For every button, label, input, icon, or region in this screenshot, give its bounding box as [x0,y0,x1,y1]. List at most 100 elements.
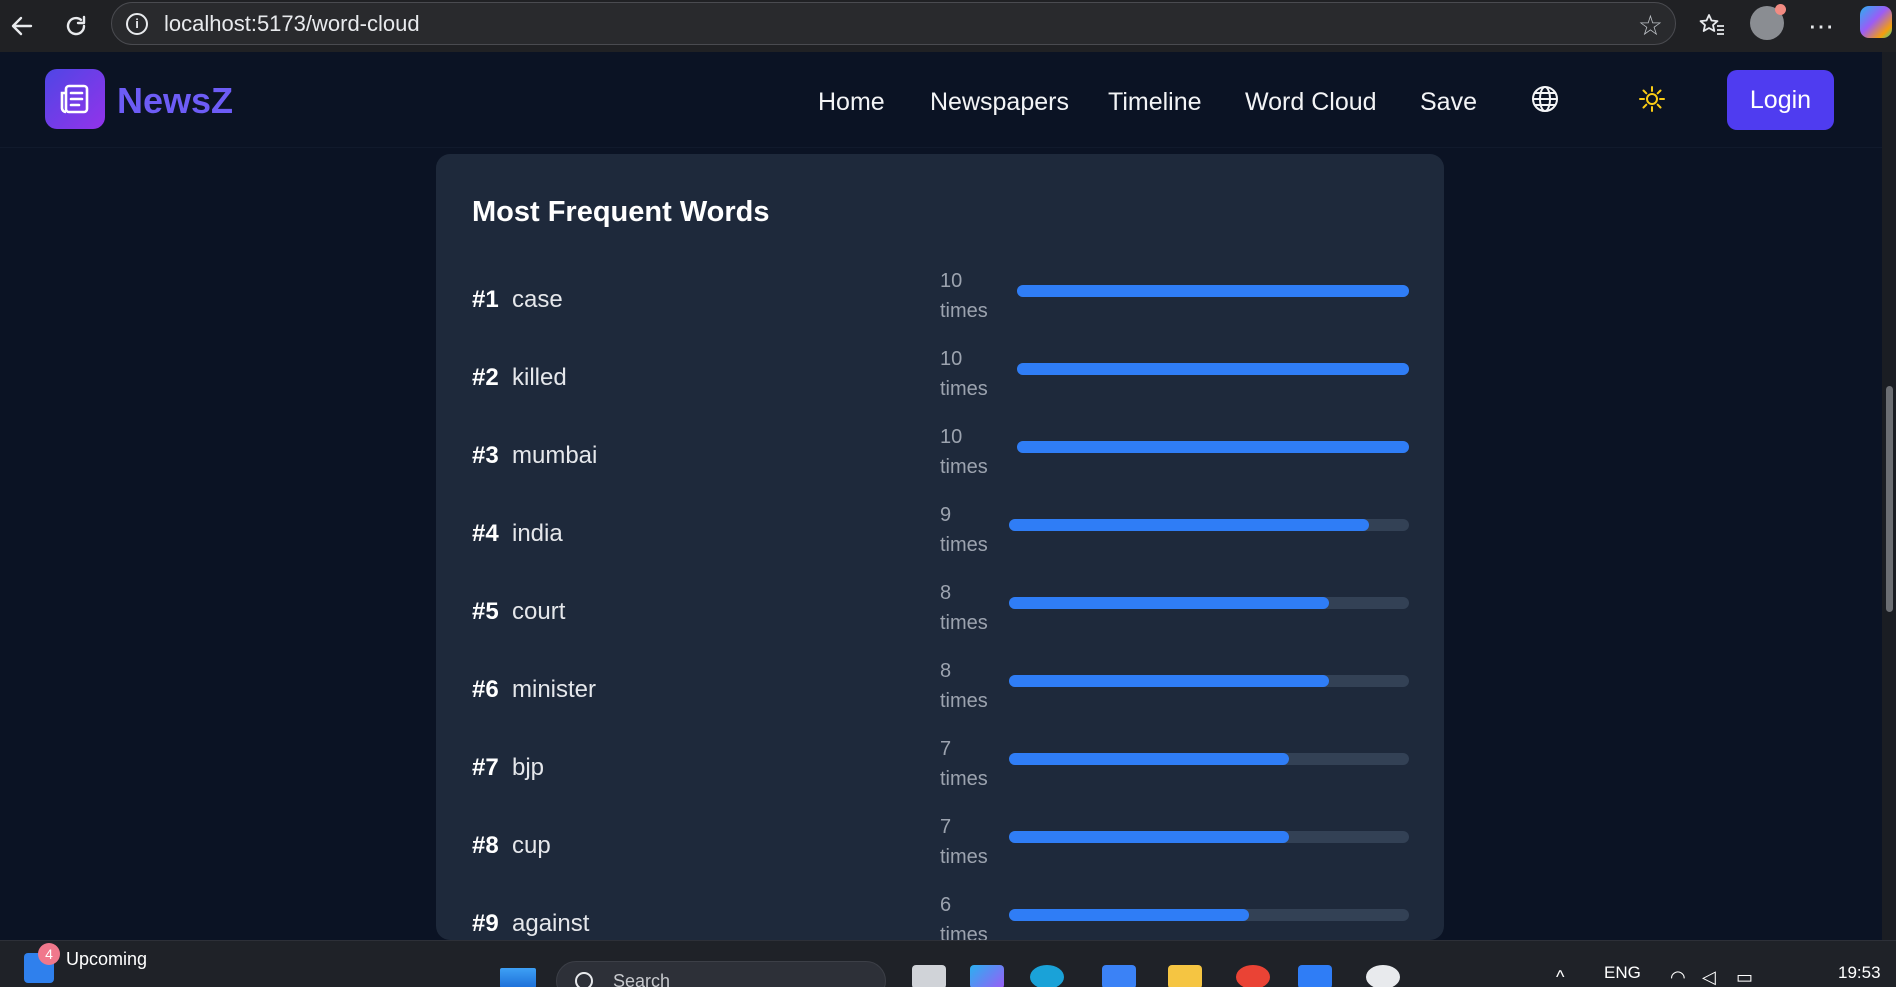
wifi-icon[interactable]: ◠ [1670,967,1686,987]
word-rank: #7 [472,754,499,781]
word-rank: #6 [472,676,499,703]
mongodb-icon[interactable] [1366,965,1400,987]
word-row: #6 minister 8 times [436,656,1444,734]
word-count-unit: times [940,690,988,712]
folder-icon[interactable] [1168,965,1202,987]
reload-icon[interactable] [56,6,96,46]
word-count-unit: times [940,612,988,634]
word-text: bjp [512,754,545,781]
frequency-bar-fill [1009,675,1329,687]
frequency-bar-fill [1017,285,1409,297]
word-row: #1 case 10 times [436,266,1444,344]
brand-logo-text[interactable]: NewsZ [117,80,233,122]
frequency-bar-fill [1017,441,1409,453]
search-placeholder: Search [613,971,671,987]
battery-icon[interactable]: ▭ [1736,967,1753,987]
address-bar[interactable]: i localhost:5173/word-cloud ☆ [111,2,1676,45]
chrome-icon[interactable] [1236,965,1270,987]
word-count-unit: times [940,378,988,400]
newspaper-icon[interactable] [45,69,105,129]
frequency-bar-fill [1009,519,1369,531]
frequency-bar-track [1009,831,1409,843]
nav-timeline[interactable]: Timeline [1108,88,1202,117]
frequency-bar-track [1009,909,1409,921]
word-text: cup [512,832,551,859]
frequent-words-card: Most Frequent Words #1 case 10 times #2 kille… [436,154,1444,940]
volume-icon[interactable]: ◁ [1702,967,1716,987]
frequency-bar-fill [1009,753,1289,765]
word-count-unit: times [940,846,988,868]
word-count-unit: times [940,456,988,478]
word-row: #9 against 6 times [436,890,1444,940]
word-text: court [512,598,566,625]
back-arrow-icon[interactable] [2,6,42,46]
frequency-bar-track [1017,363,1409,375]
word-rank: #2 [472,364,499,391]
word-row: #3 mumbai 10 times [436,422,1444,500]
favorites-icon[interactable] [1692,6,1732,46]
word-count-unit: times [940,768,988,790]
frequency-bar-track [1017,285,1409,297]
search-icon [575,972,593,987]
word-count: 9 [940,504,952,526]
word-count-unit: times [940,534,988,556]
edge-icon[interactable] [1030,965,1064,987]
nav-newspapers[interactable]: Newspapers [930,88,1069,117]
copilot-app-icon[interactable] [970,965,1004,987]
frequency-bar-fill [1017,363,1409,375]
word-row: #4 india 9 times [436,500,1444,578]
word-rank: #3 [472,442,499,469]
frequency-bar-track [1009,519,1409,531]
nav-save[interactable]: Save [1420,88,1477,117]
frequency-bar-track [1009,753,1409,765]
sun-icon[interactable] [1637,84,1667,114]
app-header: NewsZ Home Newspapers Timeline Word Clou… [0,52,1896,148]
word-rank: #1 [472,286,499,313]
nav-home[interactable]: Home [818,88,885,117]
language-indicator[interactable]: ENG [1604,963,1641,983]
more-icon[interactable]: ⋯ [1801,6,1841,46]
word-count: 7 [940,816,952,838]
vscode-icon[interactable] [1298,965,1332,987]
word-rank: #4 [472,520,499,547]
favorite-star-icon[interactable]: ☆ [1638,9,1663,42]
word-rank: #5 [472,598,499,625]
globe-icon[interactable] [1530,84,1560,114]
file-explorer-icon[interactable] [912,965,946,987]
profile-avatar[interactable] [1750,4,1786,40]
windows-taskbar: 4 Upcoming Search ^ ENG ◠ ◁ ▭ 19:53 [0,940,1896,987]
word-count: 10 [940,426,963,448]
clock[interactable]: 19:53 [1838,963,1881,983]
taskbar-search[interactable]: Search [556,961,886,987]
word-rank: #8 [472,832,499,859]
word-row: #2 killed 10 times [436,344,1444,422]
word-count: 10 [940,348,963,370]
copilot-icon[interactable] [1860,6,1892,38]
store-icon[interactable] [1102,965,1136,987]
word-row: #8 cup 7 times [436,812,1444,890]
start-icon[interactable] [500,968,536,987]
page-scrollbar-thumb[interactable] [1886,386,1893,612]
card-title: Most Frequent Words [472,196,770,228]
browser-toolbar: i localhost:5173/word-cloud ☆ ⋯ [0,0,1896,52]
chevron-up-icon[interactable]: ^ [1556,967,1564,987]
word-count: 7 [940,738,952,760]
word-text: case [512,286,563,313]
word-count: 8 [940,660,952,682]
word-text: killed [512,364,567,391]
frequency-bar-fill [1009,831,1289,843]
notification-badge: 4 [38,943,60,965]
word-count: 8 [940,582,952,604]
url-text: localhost:5173/word-cloud [164,10,420,36]
frequency-bar-track [1009,597,1409,609]
word-text: minister [512,676,597,703]
word-count: 6 [940,894,952,916]
word-count-unit: times [940,300,988,322]
word-count-unit: times [940,924,988,940]
nav-word-cloud[interactable]: Word Cloud [1245,88,1377,117]
site-info-icon[interactable]: i [126,12,148,35]
frequency-bar-track [1009,675,1409,687]
login-button[interactable]: Login [1727,70,1834,130]
upcoming-label[interactable]: Upcoming [66,949,147,970]
frequency-bar-fill [1009,597,1329,609]
